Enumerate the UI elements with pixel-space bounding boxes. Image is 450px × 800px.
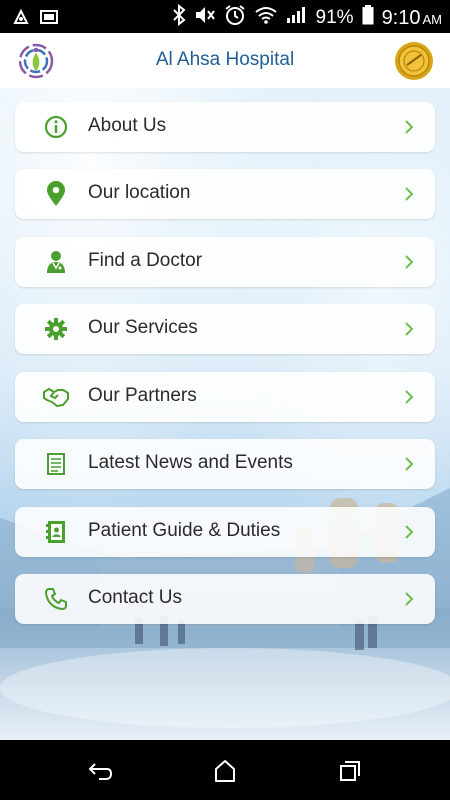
menu-label-find-a-doctor: Find a Doctor: [88, 250, 203, 271]
menu-item-latest-news-and-events[interactable]: Latest News and Events: [15, 439, 435, 489]
doctor-icon: [43, 249, 69, 275]
contact-book-icon: [43, 519, 69, 545]
menu-item-our-location[interactable]: Our location: [15, 169, 435, 219]
menu-label-about-us: About Us: [88, 115, 167, 136]
wifi-icon: [254, 6, 278, 30]
menu-item-contact-us[interactable]: Contact Us: [15, 574, 435, 624]
battery-icon: [362, 5, 374, 31]
menu-item-patient-guide-duties[interactable]: Patient Guide & Duties: [15, 507, 435, 557]
location-pin-icon: [43, 181, 69, 207]
clock-time: 9:10: [381, 6, 421, 29]
alarm-icon: [224, 4, 246, 32]
menu-label-our-location: Our location: [88, 182, 191, 203]
chevron-right-icon: [403, 455, 415, 473]
status-bar: 91% 9:10 AM: [0, 0, 450, 33]
chevron-right-icon: [403, 388, 415, 406]
signal-icon: [286, 6, 308, 30]
app-header: Al Ahsa Hospital: [0, 33, 450, 89]
menu-item-about-us[interactable]: About Us: [15, 102, 435, 152]
menu-item-our-services[interactable]: Our Services: [15, 304, 435, 354]
document-icon: [43, 451, 69, 477]
menu-label-patient-guide-duties: Patient Guide & Duties: [88, 520, 281, 541]
menu-item-find-a-doctor[interactable]: Find a Doctor: [15, 237, 435, 287]
screenshot-icon: [40, 9, 58, 30]
home-icon[interactable]: [212, 758, 238, 784]
back-icon[interactable]: [87, 758, 113, 784]
menu-label-contact-us: Contact Us: [88, 587, 182, 608]
info-icon: [43, 114, 69, 140]
accreditation-seal-icon[interactable]: [394, 41, 434, 81]
menu-label-latest-news-and-events: Latest News and Events: [88, 452, 293, 473]
system-nav-bar: [0, 740, 450, 800]
menu-item-our-partners[interactable]: Our Partners: [15, 372, 435, 422]
phone-icon: [43, 586, 69, 612]
chevron-right-icon: [403, 185, 415, 203]
bluetooth-icon: [172, 3, 186, 32]
battery-percent: 91%: [315, 7, 354, 28]
chevron-right-icon: [403, 118, 415, 136]
recent-apps-icon[interactable]: [337, 758, 363, 784]
mute-icon: [194, 5, 216, 31]
chevron-right-icon: [403, 590, 415, 608]
chevron-right-icon: [403, 523, 415, 541]
handshake-icon: [43, 384, 69, 410]
chevron-right-icon: [403, 253, 415, 271]
recycle-icon: [12, 8, 30, 31]
menu-label-our-services: Our Services: [88, 317, 198, 338]
gear-icon: [43, 316, 69, 342]
menu-label-our-partners: Our Partners: [88, 385, 197, 406]
clock-ampm: AM: [422, 11, 443, 27]
app-title: Al Ahsa Hospital: [155, 49, 295, 70]
chevron-right-icon: [403, 320, 415, 338]
main-menu-area: About Us Our location Find a Doctor Our …: [0, 88, 450, 740]
